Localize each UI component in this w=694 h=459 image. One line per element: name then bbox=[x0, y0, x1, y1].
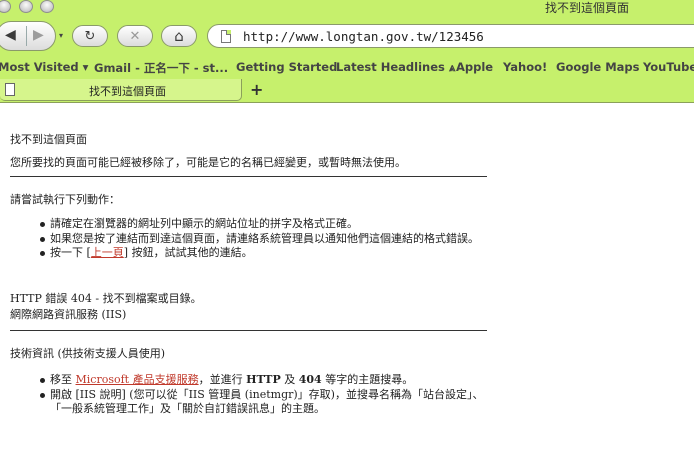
item-text: 等字的主題搜尋。 bbox=[321, 373, 414, 386]
list-item: 開啟 [IIS 說明] (您可以從「IIS 管理員 (inetmgr)」存取)，… bbox=[40, 388, 490, 417]
bookmark-youtube[interactable]: YouTube bbox=[643, 60, 694, 74]
tech-heading: 技術資訊 (供技術支援人員使用) bbox=[10, 347, 166, 360]
bookmark-most-visited[interactable]: Most Visited ▾ bbox=[0, 60, 88, 74]
bookmarks-toolbar: Most Visited ▾ Gmail - 正名一下 - st... Gett… bbox=[0, 58, 694, 78]
error-code: HTTP 錯誤 404 - 找不到檔案或目錄。 bbox=[10, 292, 202, 305]
bookmark-google-maps[interactable]: Google Maps bbox=[556, 60, 640, 74]
close-window-button[interactable] bbox=[0, 0, 11, 13]
server-name: 網際網路資訊服務 (IIS) bbox=[10, 308, 127, 321]
back-link[interactable]: 上一頁 bbox=[91, 246, 124, 259]
item-text: 移至 bbox=[50, 373, 76, 386]
navigation-toolbar: ◀ ▶ ▾ ↻ ✕ ⌂ http://www.longtan.gov.tw/12… bbox=[0, 16, 694, 58]
history-dropdown-icon[interactable]: ▾ bbox=[59, 31, 63, 40]
new-tab-button[interactable]: + bbox=[250, 80, 263, 99]
bookmark-gmail[interactable]: Gmail - 正名一下 - st... bbox=[94, 60, 228, 76]
page-subtitle: 您所要找的頁面可能已經被移除了，可能是它的名稱已經變更，或暫時無法使用。 bbox=[10, 156, 406, 169]
tab-label: 找不到這個頁面 bbox=[89, 85, 166, 98]
item-text: 及 bbox=[280, 373, 299, 386]
list-item: 移至 Microsoft 產品支援服務，並進行 HTTP 及 404 等字的主題… bbox=[40, 373, 490, 388]
page-icon bbox=[5, 83, 15, 96]
minimize-window-button[interactable] bbox=[19, 0, 33, 13]
reload-icon: ↻ bbox=[84, 28, 96, 44]
bookmark-yahoo[interactable]: Yahoo! bbox=[503, 60, 547, 74]
back-forward-group: ◀ ▶ bbox=[0, 21, 56, 51]
stop-button[interactable]: ✕ bbox=[117, 25, 153, 47]
url-text[interactable]: http://www.longtan.gov.tw/123456 bbox=[243, 29, 484, 44]
divider bbox=[10, 176, 487, 177]
page-title: 找不到這個頁面 bbox=[10, 133, 87, 146]
keyword-http: HTTP bbox=[246, 373, 281, 386]
stop-icon: ✕ bbox=[129, 28, 141, 44]
window-titlebar: 找不到這個頁面 bbox=[0, 0, 694, 16]
back-icon[interactable]: ◀ bbox=[5, 27, 16, 43]
keyword-404: 404 bbox=[298, 373, 322, 386]
page-icon bbox=[221, 29, 231, 43]
list-item: 請確定在瀏覽器的網址列中顯示的網站位址的拼字及格式正確。 bbox=[40, 217, 490, 232]
list-item: 按一下 [上一頁] 按鈕，試試其他的連結。 bbox=[40, 246, 490, 261]
list-item: 如果您是按了連結而到達這個頁面，請連絡系統管理員以通知他們這個連結的格式錯誤。 bbox=[40, 232, 490, 247]
tech-list: 移至 Microsoft 產品支援服務，並進行 HTTP 及 404 等字的主題… bbox=[40, 373, 490, 417]
bookmark-latest-headlines[interactable]: Latest Headlines ⩓ bbox=[336, 60, 455, 75]
divider bbox=[26, 26, 27, 46]
tab-bar: 找不到這個頁面 + bbox=[0, 78, 694, 103]
try-heading: 請嘗試執行下列動作： bbox=[10, 193, 120, 206]
bookmark-apple[interactable]: Apple bbox=[456, 60, 493, 74]
item-text: ，並進行 bbox=[198, 373, 247, 386]
item-text: ] 按鈕，試試其他的連結。 bbox=[123, 246, 253, 259]
home-icon: ⌂ bbox=[174, 27, 184, 45]
support-link[interactable]: Microsoft 產品支援服務 bbox=[76, 373, 199, 386]
tab-active[interactable]: 找不到這個頁面 bbox=[0, 79, 242, 101]
address-bar[interactable]: http://www.longtan.gov.tw/123456 bbox=[207, 24, 694, 48]
reload-button[interactable]: ↻ bbox=[72, 25, 108, 47]
item-text: 按一下 [ bbox=[50, 246, 91, 259]
suggestion-list: 請確定在瀏覽器的網址列中顯示的網站位址的拼字及格式正確。 如果您是按了連結而到達… bbox=[40, 217, 490, 261]
bookmark-getting-started[interactable]: Getting Started bbox=[236, 60, 337, 74]
window-title: 找不到這個頁面 bbox=[544, 1, 629, 15]
forward-icon[interactable]: ▶ bbox=[33, 27, 44, 43]
divider bbox=[10, 330, 487, 331]
home-button[interactable]: ⌂ bbox=[161, 25, 197, 47]
zoom-window-button[interactable] bbox=[40, 0, 54, 13]
